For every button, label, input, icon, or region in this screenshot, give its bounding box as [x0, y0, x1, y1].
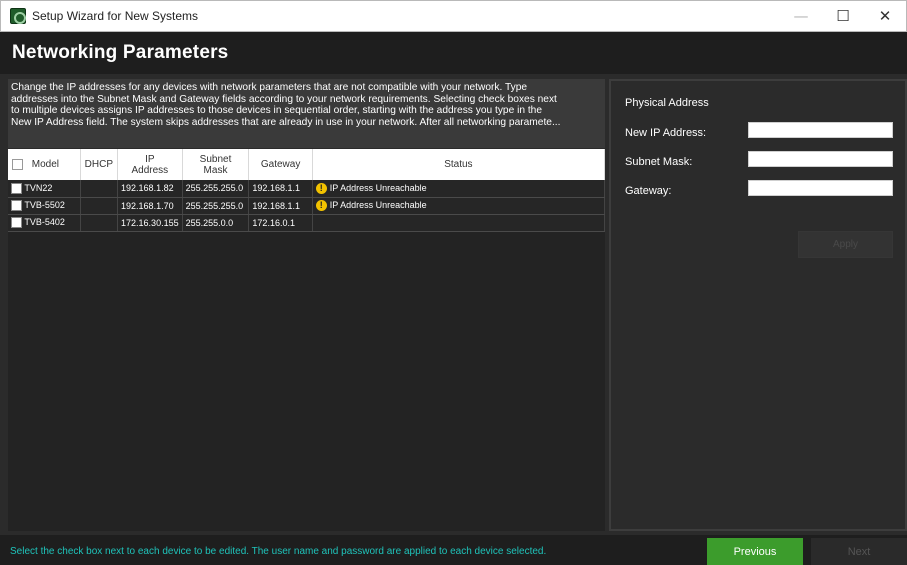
footer-hint: Select the check box next to each device… — [10, 546, 547, 557]
close-button[interactable]: ✕ — [864, 1, 906, 31]
warning-icon: ! — [315, 200, 327, 212]
status-cell: ! IP Address Unreachable — [312, 197, 606, 215]
network-settings-panel: Physical Address New IP Address: Subnet … — [609, 79, 907, 531]
new-ip-address-label: New IP Address: — [625, 127, 707, 139]
ip-cell: 192.168.1.70 — [117, 197, 183, 215]
device-table: Model DHCP IP Address Subnet Mask Gatewa… — [8, 149, 606, 232]
column-header-dhcp[interactable]: DHCP — [80, 149, 119, 180]
table-row[interactable]: TVN22 192.168.1.82 255.255.255.0 192.168… — [8, 180, 606, 198]
maximize-button[interactable]: ☐ — [822, 1, 864, 31]
device-list-panel: Change the IP addresses for any devices … — [8, 79, 606, 531]
page-title: Networking Parameters — [12, 42, 229, 63]
model-cell: TVB-5402 — [8, 214, 81, 232]
column-header-status[interactable]: Status — [312, 149, 606, 180]
column-header-gateway[interactable]: Gateway — [248, 149, 313, 180]
instructions-line: addresses into the Subnet Mask and Gatew… — [11, 93, 557, 105]
page-header: Networking Parameters — [0, 32, 907, 74]
subnet-mask-label: Subnet Mask: — [625, 156, 693, 168]
dhcp-cell — [80, 197, 119, 215]
dhcp-cell — [80, 214, 119, 232]
select-all-checkbox[interactable] — [12, 158, 23, 170]
gateway-cell: 172.16.0.1 — [248, 214, 313, 232]
window-controls: — ☐ ✕ — [780, 1, 906, 31]
minimize-button[interactable]: — — [780, 1, 822, 31]
physical-address-label: Physical Address — [625, 97, 709, 109]
instructions-line: to multiple devices assigns IP addresses… — [11, 105, 542, 117]
dhcp-cell — [80, 180, 119, 198]
gateway-cell: 192.168.1.1 — [248, 180, 313, 198]
instructions-line: New IP Address field. The system skips a… — [11, 116, 561, 128]
row-checkbox[interactable] — [11, 217, 22, 229]
new-ip-address-field[interactable] — [748, 122, 893, 138]
previous-button[interactable]: Previous — [707, 538, 803, 565]
gateway-field[interactable] — [748, 180, 893, 196]
apply-button[interactable]: Apply — [798, 231, 893, 258]
gateway-label: Gateway: — [625, 185, 672, 197]
row-checkbox[interactable] — [11, 200, 22, 212]
table-row[interactable]: TVB-5502 192.168.1.70 255.255.255.0 192.… — [8, 197, 606, 215]
device-table-container[interactable]: Model DHCP IP Address Subnet Mask Gatewa… — [8, 149, 606, 531]
window-titlebar: Setup Wizard for New Systems — ☐ ✕ — [0, 0, 907, 32]
ip-cell: 192.168.1.82 — [117, 180, 183, 198]
table-header-row: Model DHCP IP Address Subnet Mask Gatewa… — [8, 149, 606, 180]
status-cell — [312, 214, 606, 232]
subnet-cell: 255.255.255.0 — [182, 180, 250, 198]
instructions-text: Change the IP addresses for any devices … — [8, 79, 605, 148]
subnet-cell: 255.255.0.0 — [182, 214, 250, 232]
wizard-footer: Select the check box next to each device… — [0, 535, 907, 565]
app-logo-icon — [10, 8, 26, 24]
subnet-cell: 255.255.255.0 — [182, 197, 250, 215]
table-row[interactable]: TVB-5402 172.16.30.155 255.255.0.0 172.1… — [8, 214, 606, 232]
ip-cell: 172.16.30.155 — [117, 214, 183, 232]
model-cell: TVN22 — [8, 180, 81, 198]
next-button[interactable]: Next — [811, 538, 907, 565]
warning-icon: ! — [315, 182, 327, 194]
instructions-line: Change the IP addresses for any devices … — [11, 82, 528, 93]
column-header-model[interactable]: Model — [8, 149, 81, 180]
column-header-ip-address[interactable]: IP Address — [117, 149, 183, 180]
row-checkbox[interactable] — [11, 182, 22, 194]
model-cell: TVB-5502 — [8, 197, 81, 215]
gateway-cell: 192.168.1.1 — [248, 197, 313, 215]
column-header-subnet-mask[interactable]: Subnet Mask — [182, 149, 250, 180]
window-title: Setup Wizard for New Systems — [32, 9, 199, 23]
status-cell: ! IP Address Unreachable — [312, 180, 606, 198]
subnet-mask-field[interactable] — [748, 151, 893, 167]
